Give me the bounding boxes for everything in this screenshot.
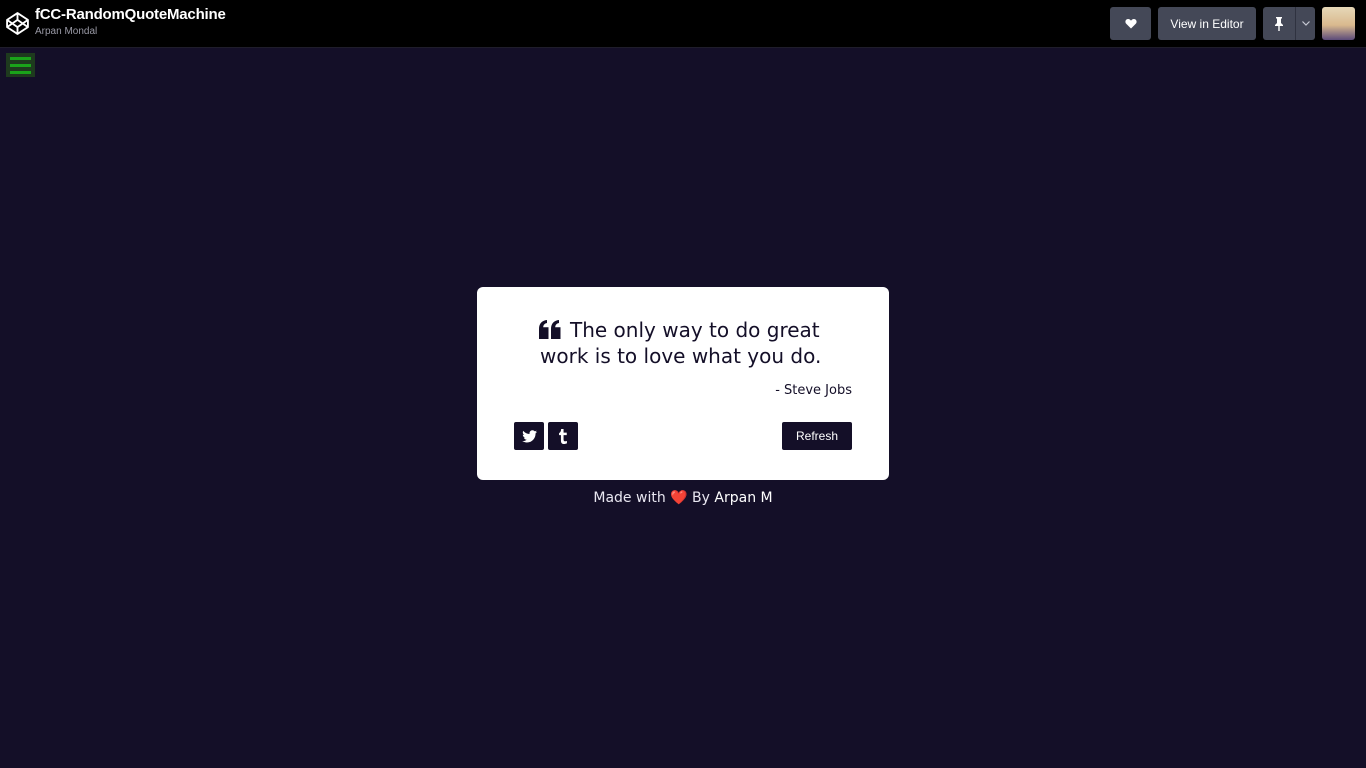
codepen-logo-icon[interactable]	[5, 11, 30, 36]
quote-author: - Steve Jobs	[775, 383, 852, 398]
pen-author[interactable]: Arpan Mondal	[35, 26, 97, 37]
footer-by: By	[692, 490, 710, 506]
refresh-button[interactable]: Refresh	[782, 422, 852, 450]
pin-dropdown-button[interactable]	[1295, 7, 1315, 40]
twitter-icon	[521, 429, 537, 442]
tumblr-icon	[559, 428, 567, 444]
pin-button[interactable]	[1263, 7, 1295, 40]
heart-emoji-icon: ❤️	[670, 490, 688, 506]
chevron-down-icon	[1301, 21, 1310, 26]
pen-title[interactable]: fCC-RandomQuoteMachine	[35, 6, 226, 23]
tweet-quote-button[interactable]	[514, 422, 544, 450]
author-link[interactable]: Arpan M	[714, 490, 772, 506]
footer-prefix: Made with	[593, 490, 666, 506]
view-in-editor-button[interactable]: View in Editor	[1158, 7, 1256, 40]
tumblr-quote-button[interactable]	[548, 422, 578, 450]
user-avatar[interactable]	[1322, 7, 1355, 40]
top-bar: fCC-RandomQuoteMachine Arpan Mondal View…	[0, 0, 1366, 48]
menu-toggle-button[interactable]	[6, 53, 35, 77]
heart-icon	[1124, 18, 1137, 29]
hamburger-icon	[10, 56, 31, 60]
like-button[interactable]	[1110, 7, 1151, 40]
pin-icon	[1275, 16, 1283, 31]
footer-credit: Made with ❤️ By Arpan M	[0, 490, 1366, 506]
quote-text: The only way to do great work is to love…	[540, 318, 822, 368]
